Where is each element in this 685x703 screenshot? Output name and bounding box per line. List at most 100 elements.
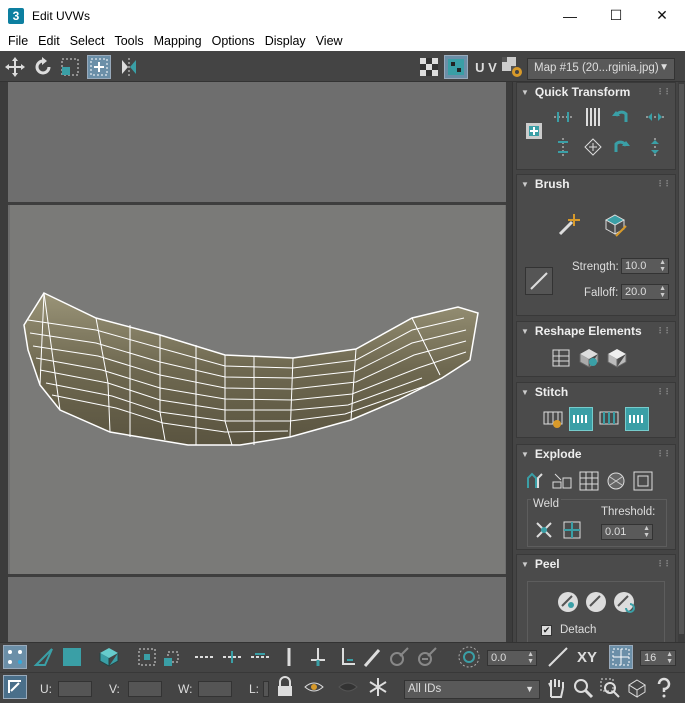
- zoom-region-icon[interactable]: [598, 676, 622, 700]
- quick-transform-title: Quick Transform: [534, 85, 631, 99]
- falloff-spinner[interactable]: 20.0 ▲ ▼: [621, 284, 669, 300]
- lock-icon[interactable]: [273, 675, 297, 699]
- select-by-element-icon[interactable]: [334, 645, 358, 669]
- map-select[interactable]: Map #15 (20...rginia.jpg) ▼: [527, 58, 675, 80]
- shrink-selection-icon[interactable]: [161, 645, 185, 669]
- rotate-cw-icon[interactable]: [609, 135, 633, 159]
- flatten-by-polygon-icon[interactable]: [577, 469, 601, 493]
- stitch-source-icon[interactable]: [569, 407, 593, 431]
- hide-icon[interactable]: [302, 675, 326, 699]
- collapse-triangle-icon: ▼: [521, 449, 529, 459]
- spinner-arrows-icon[interactable]: ▲ ▼: [643, 525, 650, 539]
- grid-size-spinner[interactable]: 16 ▲ ▼: [640, 650, 676, 666]
- panel-scroll-thumb[interactable]: [679, 84, 684, 634]
- tools-panel: ▼ Quick Transform ⋮⋮ ▼ Brush ⋮⋮ Strength…: [512, 82, 685, 642]
- weld-group: Weld Threshold: 0.01 ▲ ▼: [527, 498, 667, 547]
- flatten-by-material-icon[interactable]: [550, 469, 574, 493]
- angle-spinner[interactable]: 0.0 ▲ ▼: [487, 650, 537, 666]
- help-icon[interactable]: [652, 676, 676, 700]
- quick-peel-icon[interactable]: [555, 589, 581, 615]
- flatten-by-sphere-icon[interactable]: [604, 469, 628, 493]
- space-horizontal-icon[interactable]: [643, 105, 667, 129]
- reset-peel-icon[interactable]: [611, 589, 637, 615]
- threshold-label: Threshold:: [601, 506, 656, 518]
- w-label: W:: [178, 682, 193, 696]
- paint-shrink-icon[interactable]: [415, 645, 439, 669]
- pan-icon[interactable]: [544, 676, 568, 700]
- spinner-arrows-icon[interactable]: ▲ ▼: [659, 285, 666, 299]
- reshape-elements-rollout: ▼ Reshape Elements ⋮⋮: [516, 321, 676, 377]
- freeze-icon[interactable]: [366, 675, 390, 699]
- weld-selected-icon[interactable]: [532, 518, 556, 542]
- flatten-by-smoothing-icon[interactable]: [523, 469, 547, 493]
- close-button[interactable]: ✕: [639, 0, 685, 31]
- chevron-down-icon: ▼: [659, 62, 669, 73]
- soft-selection-icon[interactable]: [457, 645, 481, 669]
- chevron-down-icon: ▼: [525, 684, 534, 694]
- align-grid-icon[interactable]: [581, 135, 605, 159]
- straighten-icon[interactable]: [549, 346, 573, 370]
- polygon-mode-icon[interactable]: [60, 645, 84, 669]
- grow-selection-icon[interactable]: [135, 645, 159, 669]
- l-field[interactable]: [263, 681, 269, 697]
- falloff-value: 20.0: [625, 286, 647, 298]
- uv-mesh[interactable]: [0, 0, 512, 642]
- zoom-icon[interactable]: [571, 676, 595, 700]
- grid-snap-icon[interactable]: [609, 645, 633, 669]
- grip-icon: ⋮⋮: [656, 87, 671, 96]
- distribute-vertical-icon[interactable]: [581, 105, 605, 129]
- spinner-arrows-icon[interactable]: ▲ ▼: [527, 651, 534, 665]
- target-weld-icon[interactable]: [560, 518, 584, 542]
- rotate-ccw-icon[interactable]: [609, 105, 633, 129]
- align-horizontal-icon[interactable]: [551, 105, 575, 129]
- reshape-header[interactable]: ▼ Reshape Elements ⋮⋮: [517, 322, 675, 340]
- brush-falloff-icon[interactable]: [525, 267, 553, 295]
- bottom-toolbar-2: U: V: W: L: All IDs ▼: [0, 672, 685, 703]
- set-pivot-icon[interactable]: [522, 119, 546, 143]
- detach-checkbox[interactable]: ✔: [541, 625, 552, 636]
- zoom-extents-icon[interactable]: [625, 676, 649, 700]
- xy-toggle[interactable]: XY: [572, 645, 602, 669]
- paint-move-icon[interactable]: [555, 211, 583, 239]
- quick-transform-header[interactable]: ▼ Quick Transform ⋮⋮: [517, 83, 675, 101]
- v-field[interactable]: [128, 681, 162, 697]
- id-filter-select[interactable]: All IDs ▼: [404, 680, 540, 699]
- vertex-mode-icon[interactable]: [3, 645, 27, 669]
- explode-header[interactable]: ▼ Explode ⋮⋮: [517, 445, 675, 463]
- align-vertical-icon[interactable]: [551, 135, 575, 159]
- edge-mode-icon[interactable]: [32, 645, 56, 669]
- brush-header[interactable]: ▼ Brush ⋮⋮: [517, 175, 675, 193]
- minimize-button[interactable]: —: [547, 0, 593, 31]
- select-overlap-icon[interactable]: [306, 645, 330, 669]
- stitch-header[interactable]: ▼ Stitch ⋮⋮: [517, 383, 675, 401]
- point-to-point-icon[interactable]: [277, 645, 301, 669]
- paint-select-icon[interactable]: [360, 645, 384, 669]
- collapse-triangle-icon: ▼: [521, 87, 529, 97]
- loop-select-icon[interactable]: [220, 645, 244, 669]
- peel-mode-icon[interactable]: [583, 589, 609, 615]
- stitch-average-icon[interactable]: [597, 407, 621, 431]
- u-field[interactable]: [58, 681, 92, 697]
- loop-shrink-icon[interactable]: [248, 645, 272, 669]
- peel-header[interactable]: ▼ Peel ⋮⋮: [517, 555, 675, 573]
- relax-icon[interactable]: [577, 346, 601, 370]
- w-field[interactable]: [198, 681, 232, 697]
- show-icon[interactable]: [336, 675, 360, 699]
- absolute-offset-icon[interactable]: [3, 675, 27, 699]
- strength-spinner[interactable]: 10.0 ▲ ▼: [621, 258, 669, 274]
- relax-brush-icon[interactable]: [601, 211, 629, 239]
- flatten-by-element-icon[interactable]: [631, 469, 655, 493]
- line-tool-icon[interactable]: [546, 645, 570, 669]
- ring-select-icon[interactable]: [192, 645, 216, 669]
- rectangle-icon[interactable]: [605, 346, 629, 370]
- maximize-button[interactable]: ☐: [593, 0, 639, 31]
- spinner-arrows-icon[interactable]: ▲ ▼: [666, 651, 673, 665]
- paint-grow-icon[interactable]: [387, 645, 411, 669]
- falloff-label: Falloff:: [584, 287, 619, 299]
- spinner-arrows-icon[interactable]: ▲ ▼: [659, 259, 666, 273]
- threshold-spinner[interactable]: 0.01 ▲ ▼: [601, 524, 653, 540]
- stitch-target-icon[interactable]: [625, 407, 649, 431]
- element-mode-icon[interactable]: [97, 645, 121, 669]
- stitch-custom-icon[interactable]: [541, 407, 565, 431]
- space-vertical-icon[interactable]: [643, 135, 667, 159]
